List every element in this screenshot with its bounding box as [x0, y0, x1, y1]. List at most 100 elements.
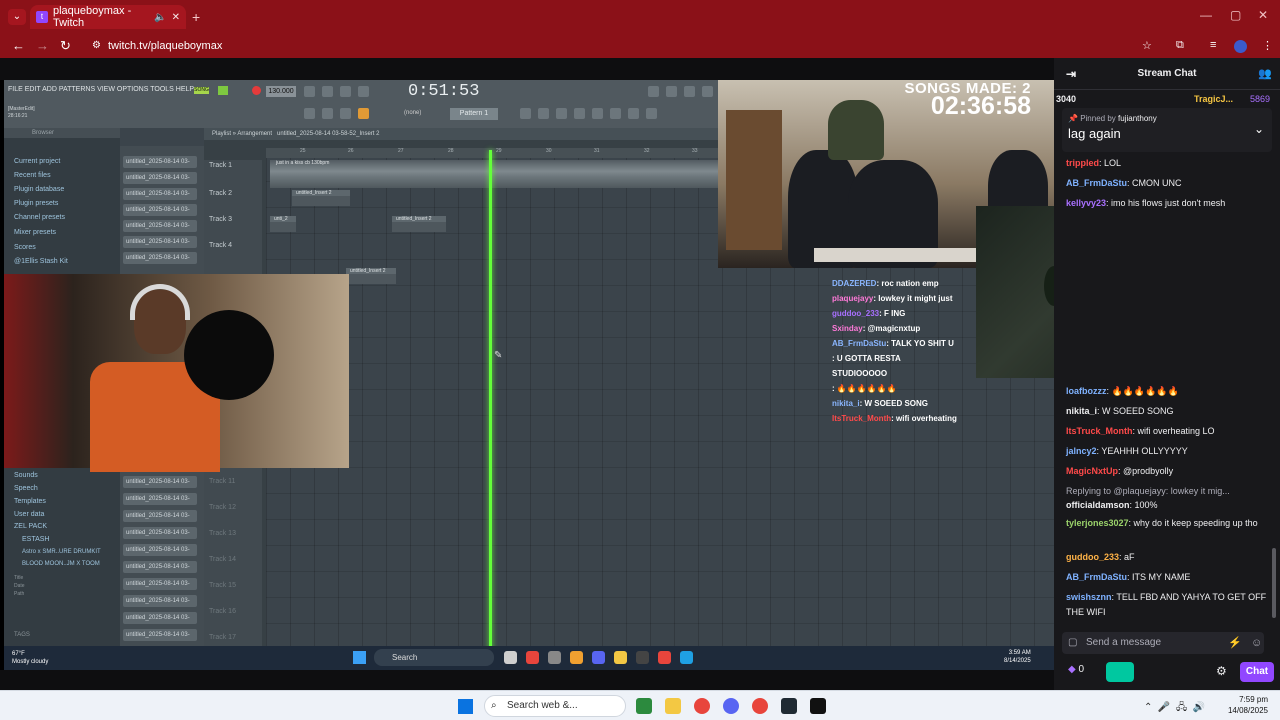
- chat-username[interactable]: ItsTruck_Month: [1066, 426, 1133, 436]
- chat-username[interactable]: nikita_i: [1066, 406, 1097, 416]
- maximize-button[interactable]: ▢: [1230, 8, 1241, 22]
- emote-picker-icon[interactable]: ☺: [1251, 632, 1262, 654]
- tab-close-icon[interactable]: ✕: [172, 12, 180, 23]
- minimize-button[interactable]: —: [1200, 8, 1212, 22]
- collapse-chat-icon[interactable]: ⇥: [1066, 58, 1076, 90]
- bookmark-star-icon[interactable]: ☆: [1142, 39, 1152, 52]
- chat-text: : CMON UNC: [1127, 178, 1182, 188]
- fl-tool-icon: [666, 86, 677, 97]
- chat-send-button[interactable]: Chat: [1240, 662, 1274, 682]
- fl-timeline-ruler: 25 26 27 28 29 30 31 32 33: [266, 148, 718, 158]
- chat-scrollbar[interactable]: [1272, 548, 1276, 618]
- overlay-chat-line: plaquejayy: lowkey it might just: [832, 291, 1032, 306]
- new-tab-button[interactable]: +: [192, 9, 200, 25]
- player-top-gap: [0, 58, 1054, 80]
- chat-username[interactable]: officialdamson: [1066, 500, 1130, 510]
- fl-channel: untitled_2025-08-14 03-: [123, 204, 197, 216]
- chat-message[interactable]: AB_FrmDaStu: ITS MY NAME: [1066, 570, 1276, 585]
- chevron-down-icon[interactable]: ⌄: [1254, 122, 1264, 136]
- tab-audio-icon[interactable]: 🔈: [154, 12, 166, 23]
- channel-points[interactable]: ◆ 0: [1068, 664, 1084, 675]
- ruler-tick: 26: [348, 148, 354, 154]
- chat-message[interactable]: kellyvy23: imo his flows just don't mesh: [1066, 196, 1276, 211]
- leaderboard-bar[interactable]: 3040 TragicJ... 5869: [1054, 91, 1280, 107]
- clip-label: unti_2: [274, 216, 288, 222]
- stream-video[interactable]: FILE EDIT ADD PATTERNS VIEW OPTIONS TOOL…: [4, 80, 1054, 670]
- browser-tab[interactable]: t plaqueboymax - Twitch 🔈 ✕: [30, 5, 186, 29]
- chrome-icon[interactable]: [752, 698, 768, 714]
- overlay-chat-line: DDAZERED: roc nation emp: [832, 276, 1032, 291]
- fl-time-display: 0:51:53: [408, 82, 480, 101]
- app-icon[interactable]: [810, 698, 826, 714]
- chat-username[interactable]: guddoo_233: [1066, 552, 1119, 562]
- fl-pattern-selector: Pattern 1: [450, 108, 498, 120]
- chat-message[interactable]: guddoo_233: aF: [1066, 550, 1276, 565]
- fl-channel: untitled_2025-08-14 03-: [123, 172, 197, 184]
- windows-start-icon[interactable]: [458, 699, 473, 714]
- chat-message[interactable]: ItsTruck_Month: wifi overheating LO: [1066, 424, 1276, 439]
- chat-message[interactable]: AB_FrmDaStu: CMON UNC: [1066, 176, 1276, 191]
- url-field[interactable]: ⚙ twitch.tv/plaqueboymax: [86, 37, 1176, 55]
- chat-message[interactable]: officialdamson: 100%: [1066, 498, 1276, 513]
- chat-message[interactable]: trippled: LOL: [1066, 156, 1276, 171]
- chat-settings-gear-icon[interactable]: ⚙: [1216, 664, 1227, 678]
- fl-browser-item: Speech: [14, 485, 38, 492]
- inner-start-icon: [353, 651, 366, 664]
- top-gifter: TragicJ...: [1194, 94, 1234, 104]
- browser-tab-bar: ⌄ t plaqueboymax - Twitch 🔈 ✕ + — ▢ ✕: [0, 0, 1280, 34]
- chat-username[interactable]: trippled: [1066, 158, 1099, 168]
- room-plant: [1044, 266, 1054, 306]
- system-tray[interactable]: ⌃ 🎤 🖧 🔊: [1144, 700, 1205, 717]
- browser-menu-icon[interactable]: ⋮: [1262, 39, 1273, 52]
- fl-tool-icon: [340, 108, 351, 119]
- chat-username[interactable]: swishsznn: [1066, 592, 1112, 602]
- mouse-cursor-icon: ✎: [494, 350, 503, 361]
- chat-username[interactable]: kellyvy23: [1066, 198, 1106, 208]
- xbox-app-icon[interactable]: [636, 698, 652, 714]
- chat-username[interactable]: jalncy2: [1066, 446, 1097, 456]
- url-text: twitch.tv/plaqueboymax: [108, 40, 223, 52]
- overlay-chat-user: Sxinday: [832, 324, 863, 333]
- forward-icon[interactable]: →: [36, 38, 49, 53]
- chat-message[interactable]: jalncy2: YEAHHH OLLYYYYY: [1066, 444, 1276, 459]
- pinned-message[interactable]: 📌 Pinned by fujianthony lag again ⌄: [1062, 108, 1272, 152]
- chat-identity-icon[interactable]: ▢: [1068, 632, 1077, 654]
- chat-reply-context[interactable]: Replying to @plaquejayy: lowkey it mig..…: [1066, 484, 1276, 499]
- chat-username[interactable]: AB_FrmDaStu: [1066, 572, 1127, 582]
- chat-input-placeholder: Send a message: [1086, 637, 1162, 648]
- chat-message[interactable]: loafbozzz: 🔥🔥🔥🔥🔥🔥: [1066, 384, 1276, 399]
- profile-avatar[interactable]: [1234, 40, 1247, 53]
- stream-timer: 02:36:58: [930, 92, 1031, 120]
- app-icon[interactable]: [781, 698, 797, 714]
- taskbar-clock[interactable]: 7:59 pm 14/08/2025: [1226, 694, 1268, 716]
- overlay-chat-text: STUDIOOOOO: [832, 369, 888, 378]
- taskbar-search[interactable]: ⌕ Search web &...: [484, 695, 626, 717]
- discord-icon[interactable]: [723, 698, 739, 714]
- address-toolbar: ← → ↻ ⚙ twitch.tv/plaqueboymax ☆ ⧉ ≡ ⋮: [0, 34, 1280, 58]
- inner-weather-desc: Mostly cloudy: [12, 659, 49, 665]
- chat-message[interactable]: swishsznn: TELL FBD AND YAHYA TO GET OFF…: [1066, 590, 1276, 620]
- chat-username[interactable]: AB_FrmDaStu: [1066, 178, 1127, 188]
- reload-icon[interactable]: ↻: [60, 38, 71, 54]
- extensions-icon[interactable]: ⧉: [1176, 39, 1184, 52]
- close-window-button[interactable]: ✕: [1258, 8, 1268, 22]
- site-info-icon[interactable]: ⚙: [92, 37, 101, 55]
- media-controls-icon[interactable]: ≡: [1210, 39, 1216, 51]
- back-icon[interactable]: ←: [12, 38, 25, 53]
- tab-search-chevron-icon[interactable]: ⌄: [8, 9, 26, 25]
- claim-bonus-button[interactable]: [1106, 662, 1134, 682]
- fl-browser-item: Current project: [14, 158, 61, 165]
- chat-message[interactable]: tylerjones3027: why do it keep speeding …: [1066, 516, 1276, 531]
- chat-username[interactable]: loafbozzz: [1066, 386, 1107, 396]
- chrome-icon[interactable]: [694, 698, 710, 714]
- file-explorer-icon[interactable]: [665, 698, 681, 714]
- chat-message[interactable]: MagicNxtUp: @prodbyolly: [1066, 464, 1276, 479]
- chat-username[interactable]: tylerjones3027: [1066, 518, 1129, 528]
- community-icon[interactable]: 👥: [1258, 58, 1272, 90]
- chat-text: : why do it keep speeding up tho: [1128, 518, 1258, 528]
- chat-message[interactable]: nikita_i: W SOEED SONG: [1066, 404, 1276, 419]
- playlist-title: Playlist » Arrangement: [212, 131, 273, 137]
- fl-tool-icon: [646, 108, 657, 119]
- chat-username[interactable]: MagicNxtUp: [1066, 466, 1118, 476]
- bits-icon[interactable]: ⚡: [1228, 632, 1242, 654]
